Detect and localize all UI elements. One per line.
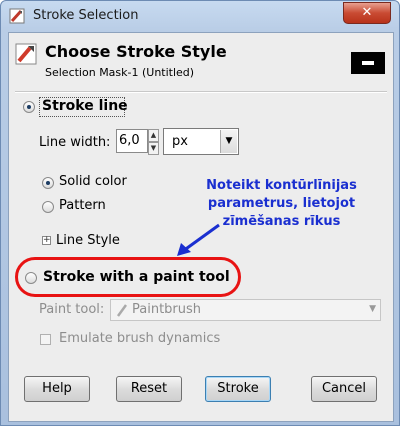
line-style-expander[interactable]: Line Style: [56, 233, 120, 248]
stroke-paint-tool-radio[interactable]: [25, 272, 37, 284]
stroke-line-radio[interactable]: [23, 101, 35, 113]
emulate-dynamics-checkbox[interactable]: [40, 334, 51, 345]
close-button[interactable]: ✕: [343, 2, 391, 24]
chevron-down-icon[interactable]: ▼: [369, 304, 376, 314]
paint-tool-select[interactable]: Paintbrush ▼: [110, 299, 381, 321]
chevron-down-icon[interactable]: ▼: [220, 130, 237, 153]
expand-icon[interactable]: +: [42, 236, 51, 245]
spin-up-icon[interactable]: ▲: [148, 129, 159, 142]
stroke-button[interactable]: Stroke: [205, 376, 271, 402]
dialog-subtitle: Selection Mask-1 (Untitled): [45, 66, 195, 79]
title-bar[interactable]: Stroke Selection ✕: [1, 1, 399, 31]
stroke-selection-icon: [9, 8, 25, 24]
line-width-input[interactable]: 6,0: [116, 129, 148, 153]
window-title: Stroke Selection: [33, 8, 139, 23]
help-button[interactable]: Help: [24, 376, 90, 402]
header-separator: [15, 91, 387, 93]
emulate-dynamics-label[interactable]: Emulate brush dynamics: [59, 331, 220, 346]
solid-color-radio[interactable]: [42, 177, 54, 189]
paintbrush-icon: [116, 304, 128, 317]
cancel-button[interactable]: Cancel: [311, 376, 377, 402]
pattern-label[interactable]: Pattern: [59, 198, 106, 213]
solid-color-label[interactable]: Solid color: [59, 174, 127, 189]
stroke-line-label[interactable]: Stroke line: [42, 98, 128, 114]
dialog-window: Stroke Selection ✕ Choose Stroke Style S…: [0, 0, 400, 426]
unit-value: px: [172, 134, 188, 149]
paint-tool-value: Paintbrush: [132, 302, 202, 317]
pattern-radio[interactable]: [42, 201, 54, 213]
spin-down-icon[interactable]: ▼: [148, 142, 159, 155]
stroke-paint-tool-label[interactable]: Stroke with a paint tool: [43, 269, 230, 285]
dialog-heading: Choose Stroke Style: [45, 42, 227, 61]
stroke-preview: [351, 52, 385, 74]
line-width-spinner[interactable]: ▲ ▼: [148, 129, 159, 155]
unit-select[interactable]: px ▼: [163, 128, 239, 155]
line-width-label: Line width:: [39, 135, 111, 150]
paint-brush-icon: [15, 43, 37, 65]
paint-tool-label: Paint tool:: [39, 302, 105, 317]
annotation-arrow-icon: [177, 223, 220, 256]
reset-button[interactable]: Reset: [116, 376, 182, 402]
dialog-body: Choose Stroke Style Selection Mask-1 (Un…: [8, 32, 394, 422]
